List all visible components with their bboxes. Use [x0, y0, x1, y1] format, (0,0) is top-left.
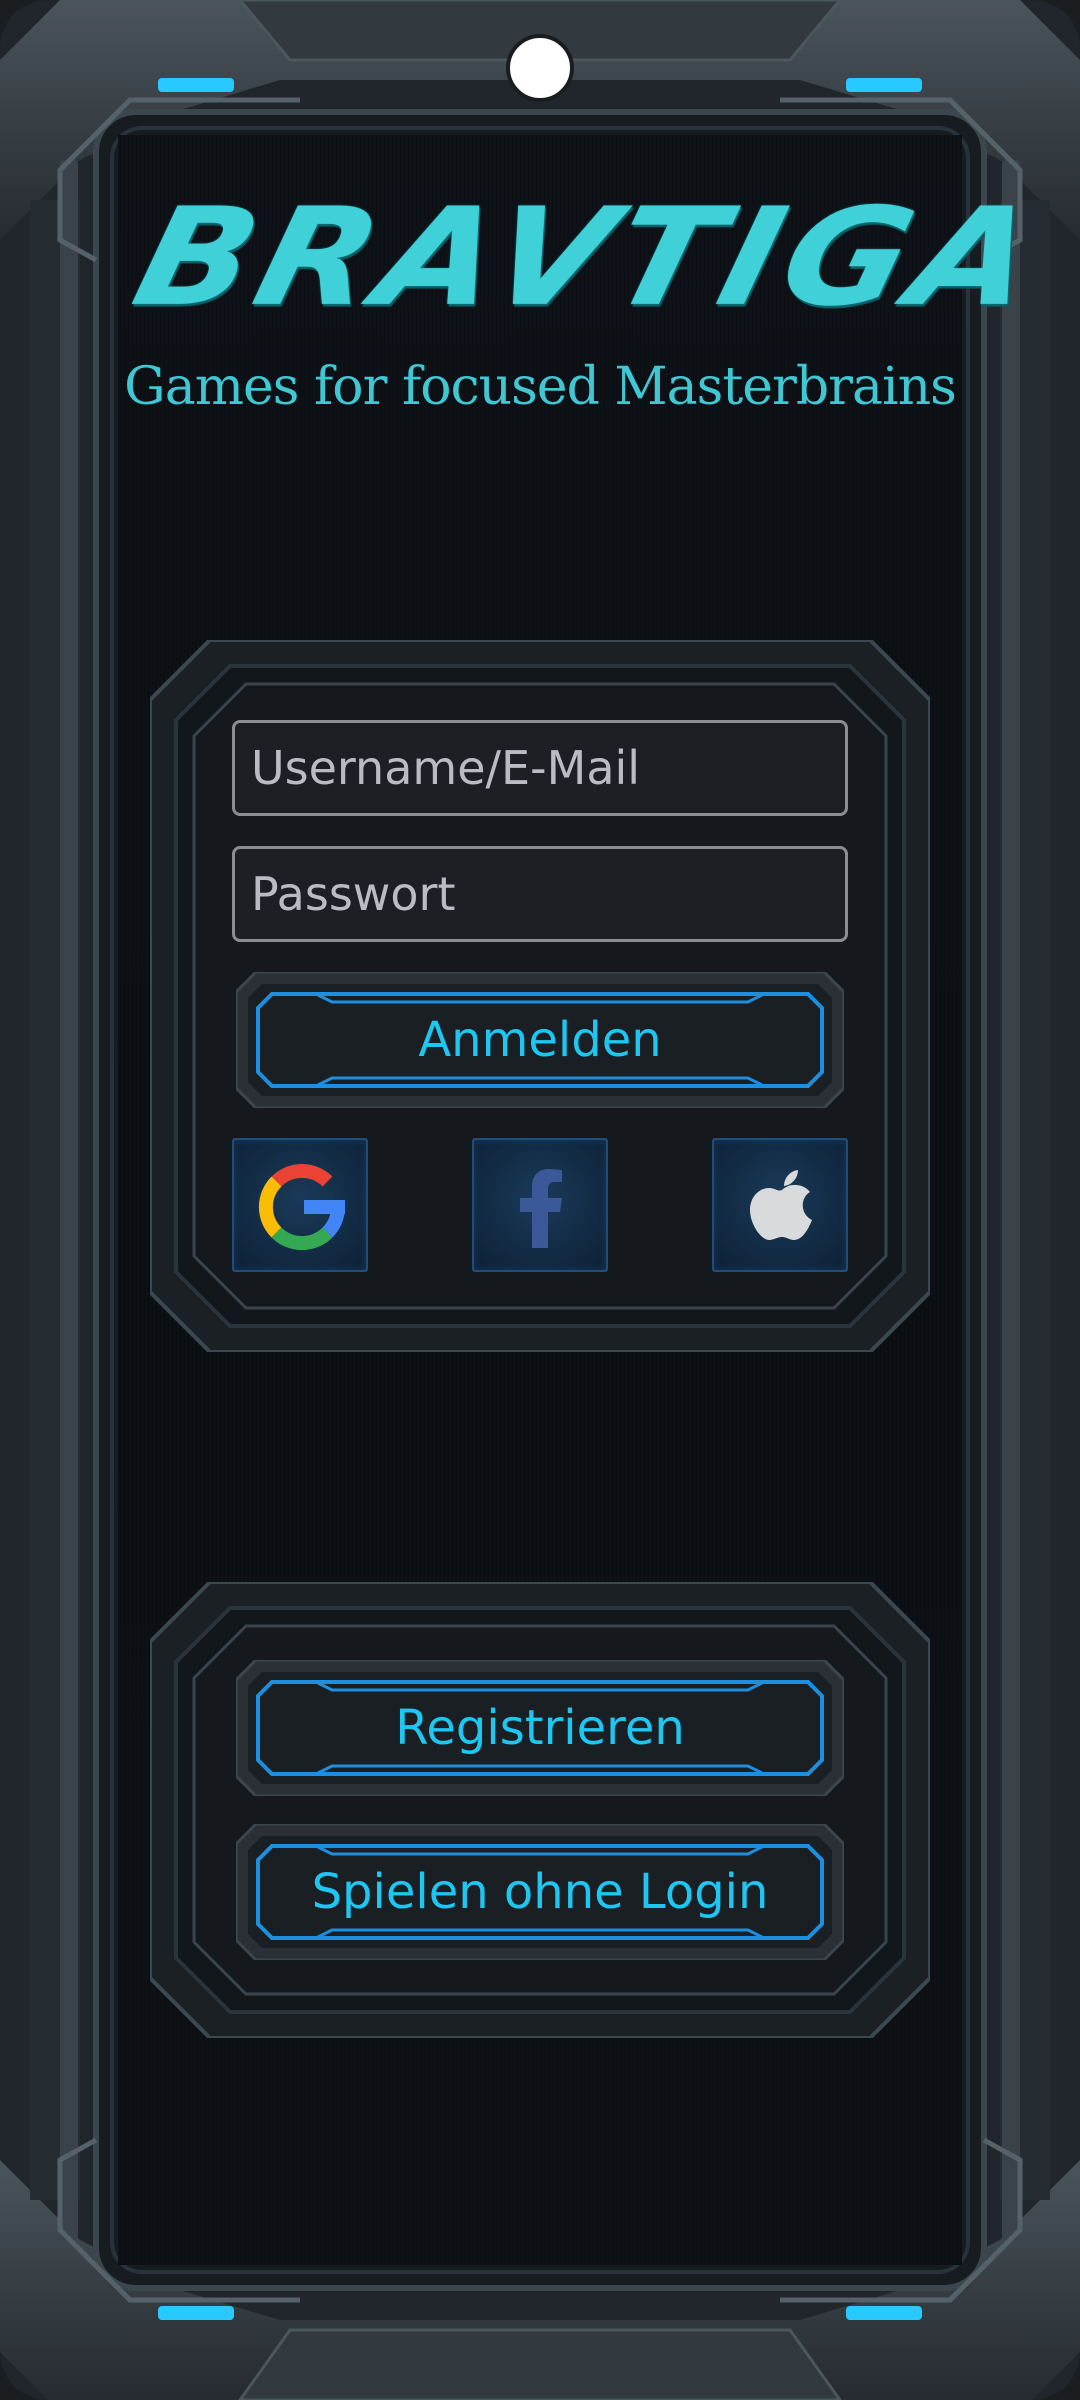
apple-icon [750, 1170, 812, 1240]
play-without-login-button[interactable]: Spielen ohne Login [236, 1824, 844, 1960]
register-button[interactable]: Registrieren [236, 1660, 844, 1796]
apple-login-button[interactable] [712, 1138, 848, 1272]
register-button-label: Registrieren [395, 1700, 685, 1756]
app-logo-title: BRAVTIGA [120, 179, 1057, 337]
username-input[interactable] [232, 720, 848, 816]
login-button-label: Anmelden [418, 1012, 662, 1068]
app-subtitle: Games for focused Masterbrains [124, 357, 957, 417]
login-button[interactable]: Anmelden [236, 972, 844, 1108]
password-input[interactable] [232, 846, 848, 942]
camera-notch [506, 34, 574, 102]
google-login-button[interactable] [232, 1138, 368, 1272]
facebook-icon [520, 1169, 562, 1248]
play-without-login-label: Spielen ohne Login [311, 1864, 769, 1920]
google-icon [258, 1163, 346, 1251]
secondary-actions-panel [150, 1582, 930, 2038]
facebook-login-button[interactable] [472, 1138, 608, 1272]
